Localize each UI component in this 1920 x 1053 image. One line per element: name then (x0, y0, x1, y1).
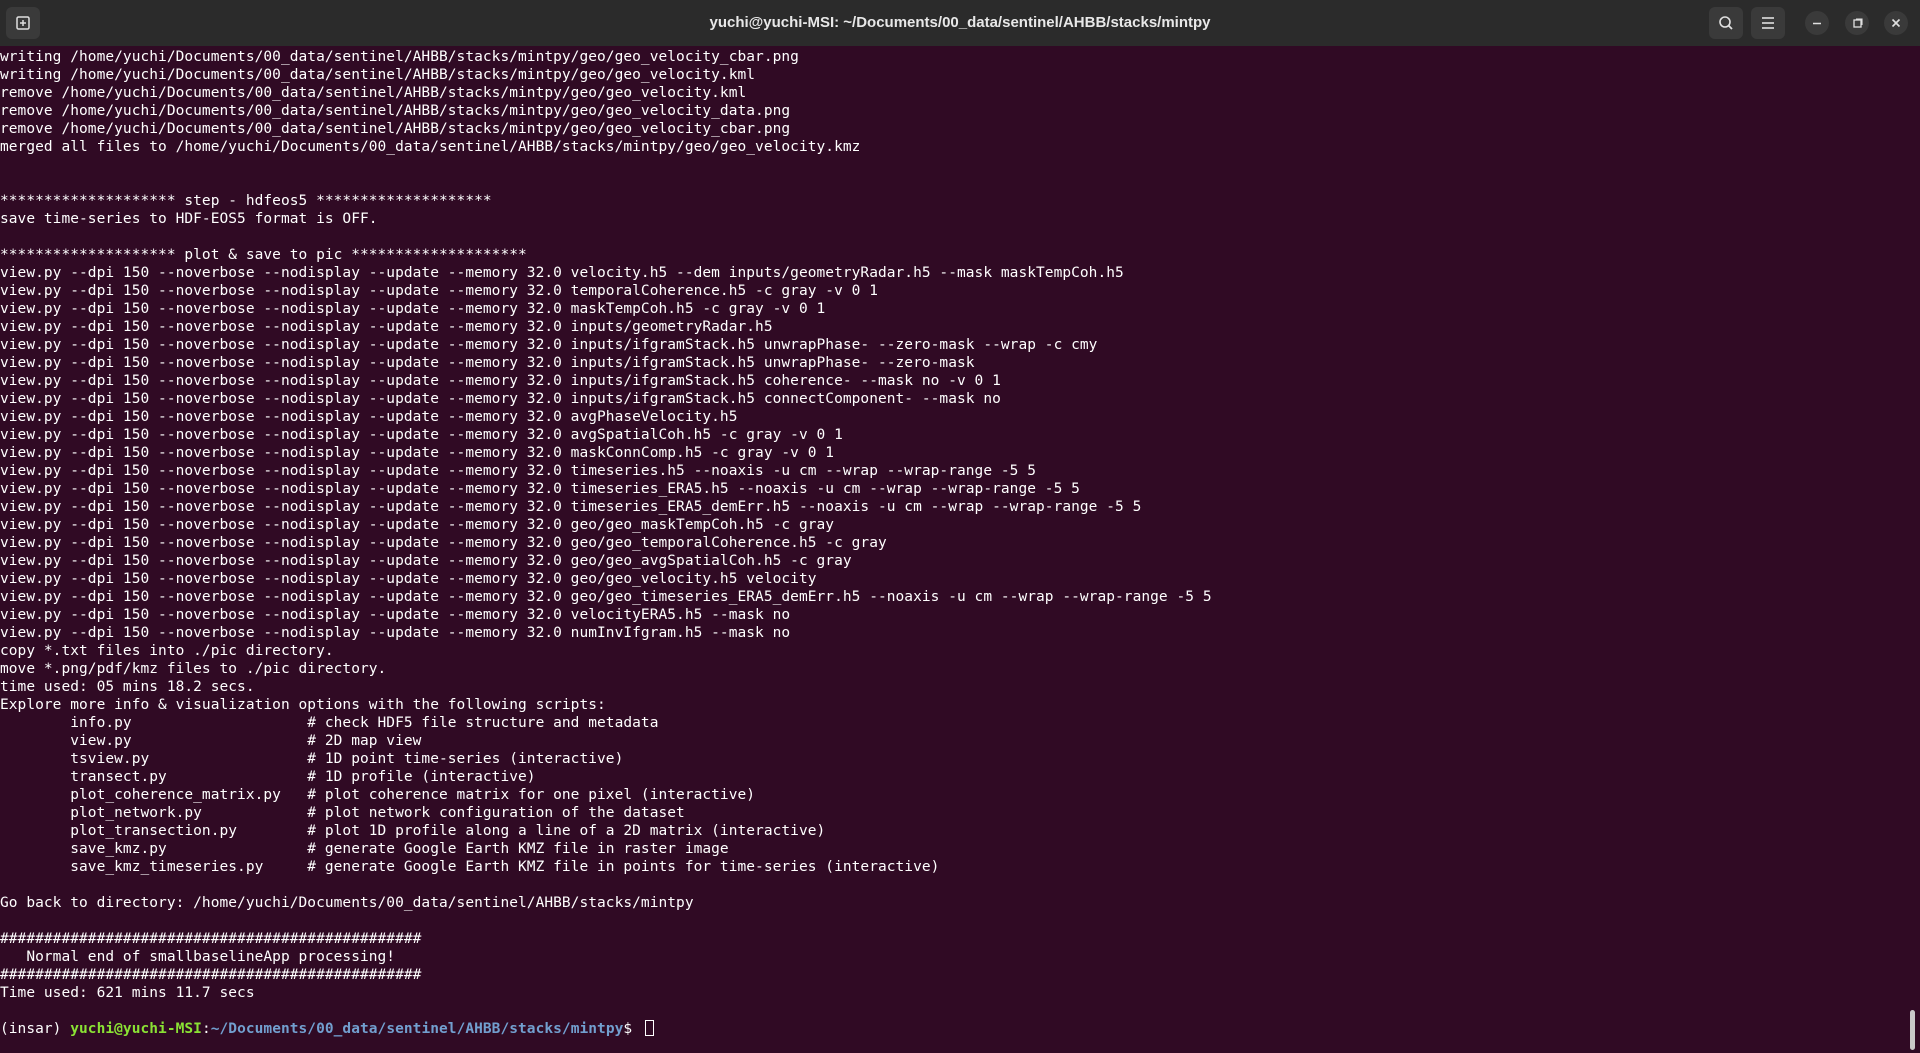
terminal-line: ******************** step - hdfeos5 ****… (0, 193, 492, 209)
terminal-line: view.py --dpi 150 --noverbose --nodispla… (0, 391, 1001, 407)
terminal-line: view.py --dpi 150 --noverbose --nodispla… (0, 427, 843, 443)
terminal-line: view.py --dpi 150 --noverbose --nodispla… (0, 517, 835, 533)
scrollbar-thumb[interactable] (1910, 1010, 1915, 1050)
terminal-line: Time used: 621 mins 11.7 secs (0, 985, 255, 1001)
shell-prompt[interactable]: (insar) yuchi@yuchi-MSI:~/Documents/00_d… (0, 1020, 1906, 1038)
terminal-line: remove /home/yuchi/Documents/00_data/sen… (0, 85, 747, 101)
hamburger-menu-icon (1762, 17, 1774, 29)
terminal-line: view.py --dpi 150 --noverbose --nodispla… (0, 463, 1037, 479)
terminal-line: Go back to directory: /home/yuchi/Docume… (0, 895, 694, 911)
terminal-line: save_kmz_timeseries.py # generate Google… (0, 859, 940, 875)
terminal-line: view.py --dpi 150 --noverbose --nodispla… (0, 283, 878, 299)
terminal-line: save time-series to HDF-EOS5 format is O… (0, 211, 378, 227)
maximize-button[interactable] (1845, 11, 1869, 35)
terminal-window: yuchi@yuchi-MSI: ~/Documents/00_data/sen… (0, 0, 1920, 1053)
terminal-line: transect.py # 1D profile (interactive) (0, 769, 536, 785)
terminal-line: view.py --dpi 150 --noverbose --nodispla… (0, 301, 826, 317)
terminal-line: view.py --dpi 150 --noverbose --nodispla… (0, 481, 1080, 497)
terminal-line: view.py --dpi 150 --noverbose --nodispla… (0, 553, 852, 569)
prompt-user-host: yuchi@yuchi-MSI (70, 1021, 202, 1037)
terminal-output[interactable]: writing /home/yuchi/Documents/00_data/se… (0, 46, 1906, 1053)
terminal-line: plot_coherence_matrix.py # plot coherenc… (0, 787, 756, 803)
terminal-line: view.py --dpi 150 --noverbose --nodispla… (0, 409, 738, 425)
terminal-line: Explore more info & visualization option… (0, 697, 606, 713)
terminal-line: view.py --dpi 150 --noverbose --nodispla… (0, 265, 1124, 281)
terminal-line: view.py --dpi 150 --noverbose --nodispla… (0, 445, 835, 461)
terminal-line: view.py --dpi 150 --noverbose --nodispla… (0, 589, 1212, 605)
terminal-line: ########################################… (0, 931, 422, 947)
search-icon (1719, 16, 1733, 30)
terminal-line: view.py --dpi 150 --noverbose --nodispla… (0, 607, 791, 623)
text-cursor (644, 1020, 654, 1036)
prompt-symbol: $ (623, 1021, 641, 1037)
search-button[interactable] (1709, 7, 1743, 39)
terminal-line: remove /home/yuchi/Documents/00_data/sen… (0, 103, 791, 119)
title-bar[interactable]: yuchi@yuchi-MSI: ~/Documents/00_data/sen… (0, 0, 1920, 46)
minimize-button[interactable] (1805, 11, 1829, 35)
window-title: yuchi@yuchi-MSI: ~/Documents/00_data/sen… (709, 14, 1211, 31)
terminal-line: ******************** plot & save to pic … (0, 247, 527, 263)
terminal-line: writing /home/yuchi/Documents/00_data/se… (0, 49, 799, 65)
minimize-icon (1813, 22, 1821, 25)
terminal-line: copy *.txt files into ./pic directory. (0, 643, 334, 659)
terminal-line: ########################################… (0, 967, 422, 983)
close-icon (1891, 18, 1901, 28)
close-button[interactable] (1884, 11, 1908, 35)
terminal-line: Normal end of smallbaselineApp processin… (0, 949, 396, 965)
terminal-line: save_kmz.py # generate Google Earth KMZ … (0, 841, 729, 857)
terminal-line: view.py --dpi 150 --noverbose --nodispla… (0, 571, 817, 587)
terminal-text: writing /home/yuchi/Documents/00_data/se… (0, 46, 1906, 1038)
terminal-line: tsview.py # 1D point time-series (intera… (0, 751, 624, 767)
prompt-env: (insar) (0, 1021, 71, 1037)
prompt-path: ~/Documents/00_data/sentinel/AHBB/stacks… (210, 1021, 624, 1037)
terminal-line: view.py --dpi 150 --noverbose --nodispla… (0, 319, 773, 335)
terminal-line: view.py --dpi 150 --noverbose --nodispla… (0, 337, 1098, 353)
terminal-line: view.py --dpi 150 --noverbose --nodispla… (0, 355, 975, 371)
prompt-separator: : (201, 1021, 211, 1037)
maximize-icon (1853, 18, 1863, 28)
menu-button[interactable] (1751, 7, 1785, 39)
terminal-line: merged all files to /home/yuchi/Document… (0, 139, 861, 155)
terminal-line: move *.png/pdf/kmz files to ./pic direct… (0, 661, 387, 677)
terminal-line: view.py --dpi 150 --noverbose --nodispla… (0, 499, 1142, 515)
terminal-line: view.py --dpi 150 --noverbose --nodispla… (0, 535, 887, 551)
terminal-line: writing /home/yuchi/Documents/00_data/se… (0, 67, 756, 83)
terminal-line: view.py --dpi 150 --noverbose --nodispla… (0, 625, 791, 641)
terminal-line: plot_transection.py # plot 1D profile al… (0, 823, 826, 839)
terminal-line: time used: 05 mins 18.2 secs. (0, 679, 255, 695)
terminal-line: view.py # 2D map view (0, 733, 422, 749)
terminal-line: view.py --dpi 150 --noverbose --nodispla… (0, 373, 1001, 389)
terminal-line: plot_network.py # plot network configura… (0, 805, 685, 821)
terminal-line: remove /home/yuchi/Documents/00_data/sen… (0, 121, 791, 137)
terminal-line: info.py # check HDF5 file structure and … (0, 715, 659, 731)
